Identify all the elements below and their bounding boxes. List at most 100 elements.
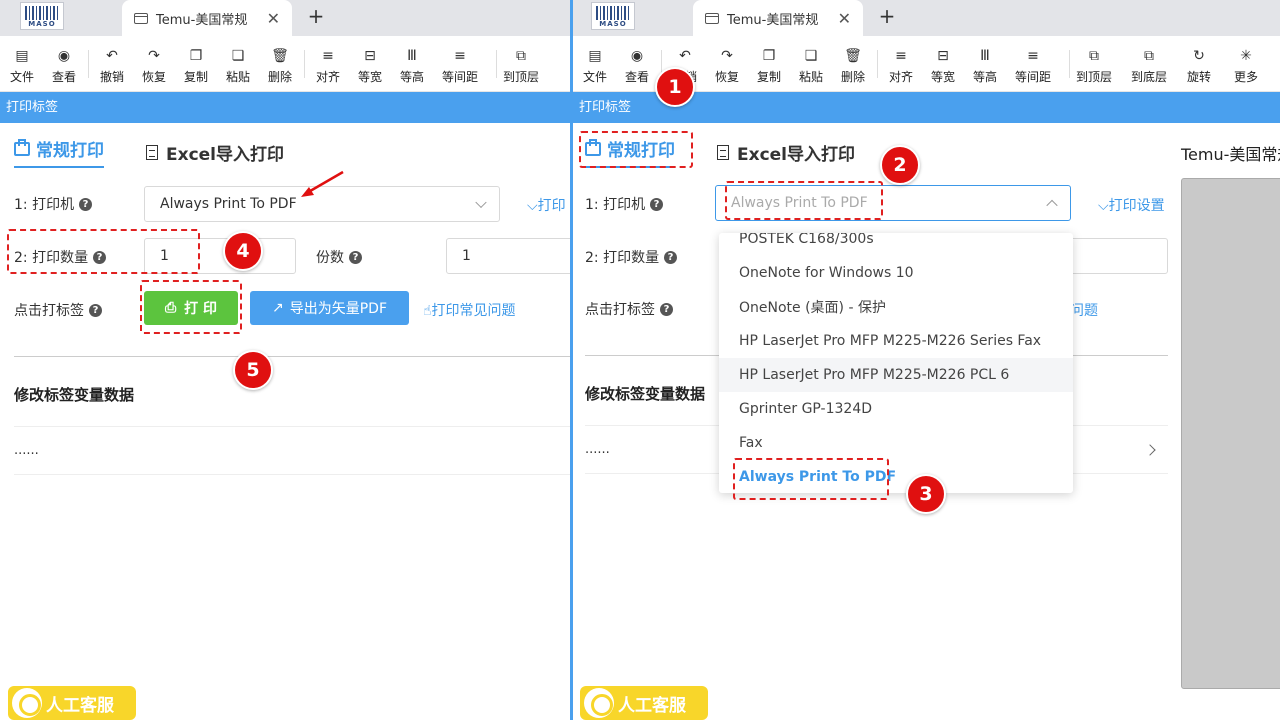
new-tab-button[interactable]: + xyxy=(875,4,899,28)
toolbar-button-align[interactable]: ≡ 对齐 xyxy=(889,46,913,85)
print-mode-tabs: 常规打印 Excel导入打印 xyxy=(585,136,855,168)
new-tab-button[interactable]: + xyxy=(304,4,328,28)
toolbar-button-equal-spacing[interactable]: ≡ 等间距 xyxy=(442,46,478,85)
variable-data-row[interactable]: ...... xyxy=(14,426,570,475)
toolbar-button-rotate[interactable]: ↻ 旋转 xyxy=(1187,46,1211,85)
tab-close-icon[interactable]: ✕ xyxy=(267,9,280,28)
toolbar-button-equal-width[interactable]: ⊟ 等宽 xyxy=(358,46,382,85)
tab-normal-print[interactable]: 常规打印 xyxy=(585,136,675,168)
toolbar-button-file[interactable]: ▤ 文件 xyxy=(583,46,607,85)
redo-icon: ↷ xyxy=(721,48,733,64)
copies-label-text: 份数 xyxy=(316,250,344,266)
toolbar-button-equal-height[interactable]: Ⅲ 等高 xyxy=(973,46,997,85)
preview-title: Temu-美国常规 xyxy=(1181,145,1280,164)
printer-option[interactable]: Gprinter GP-1324D xyxy=(719,392,1073,426)
toolbar-button-copy[interactable]: ❐ 复制 xyxy=(757,46,781,85)
tab-excel-print[interactable]: Excel导入打印 xyxy=(717,140,855,165)
equal-spacing-icon: ≡ xyxy=(454,48,466,64)
help-icon[interactable]: ? xyxy=(349,250,362,264)
document-tab[interactable]: Temu-美国常规 ✕ xyxy=(693,0,863,36)
help-icon[interactable]: ? xyxy=(660,302,673,316)
toolbar-button-redo[interactable]: ↷ 恢复 xyxy=(142,46,166,85)
tab-normal-print[interactable]: 常规打印 xyxy=(14,136,104,168)
quantity-input[interactable]: 1 xyxy=(144,238,296,274)
toolbar-button-bring-front[interactable]: ⧉ 到顶层 xyxy=(1076,46,1112,85)
document-icon xyxy=(717,144,729,160)
toolbar-button-paste[interactable]: ❏ 粘贴 xyxy=(226,46,250,85)
toolbar-button-more[interactable]: ✳ 更多 xyxy=(1234,46,1258,85)
toolbar-button-trash[interactable]: 🗑 删除 xyxy=(841,46,865,85)
export-pdf-button[interactable]: ↗ 导出为矢量PDF xyxy=(250,291,409,325)
help-icon[interactable]: ? xyxy=(89,303,102,317)
equal-width-icon: ⊟ xyxy=(364,48,376,64)
printer-select[interactable]: Always Print To PDF xyxy=(715,185,1071,221)
printer-option[interactable]: HP LaserJet Pro MFP M225-M226 PCL 6 xyxy=(719,358,1073,392)
toolbar-button-align[interactable]: ≡ 对齐 xyxy=(316,46,340,85)
copy-icon: ❐ xyxy=(189,48,203,64)
customer-service-button[interactable]: 人工客服 xyxy=(8,686,136,720)
toolbar-button-label: 删除 xyxy=(267,70,293,84)
section-title: 修改标签变量数据 xyxy=(14,386,135,404)
bring-front-icon: ⧉ xyxy=(515,48,526,64)
toolbar-button-undo[interactable]: ↶ 撤销 xyxy=(100,46,124,85)
copies-input[interactable]: 1 xyxy=(446,238,570,274)
print-faq-link[interactable]: 问题 xyxy=(1070,300,1098,320)
trash-icon: 🗑 xyxy=(844,48,862,64)
toolbar-button-paste[interactable]: ❏ 粘贴 xyxy=(799,46,823,85)
paste-icon: ❏ xyxy=(804,48,818,64)
toolbar-button-send-back[interactable]: ⧉ 到底层 xyxy=(1131,46,1167,85)
toolbar-button-label: 撤销 xyxy=(99,70,125,84)
printer-option[interactable]: POSTEK C168/300s xyxy=(719,233,1073,256)
toolbar-button-equal-width[interactable]: ⊟ 等宽 xyxy=(931,46,955,85)
align-icon: ≡ xyxy=(895,48,907,64)
print-mode-tabs: 常规打印 Excel导入打印 xyxy=(14,136,284,168)
printer-label-text: 1: 打印机 xyxy=(585,197,646,213)
customer-service-label: 人工客服 xyxy=(46,695,114,716)
print-faq-link[interactable]: ☝打印常见问题 xyxy=(423,300,516,320)
toolbar-button-redo[interactable]: ↷ 恢复 xyxy=(715,46,739,85)
help-icon[interactable]: ? xyxy=(79,197,93,211)
step-badge-4: 4 xyxy=(223,231,263,271)
printer-option[interactable]: OneNote (桌面) - 保护 xyxy=(719,290,1073,324)
customer-service-button[interactable]: 人工客服 xyxy=(580,686,708,720)
toolbar-button-file[interactable]: ▤ 文件 xyxy=(10,46,34,85)
print-settings-link[interactable]: ⌵打印 xyxy=(527,195,566,215)
help-icon[interactable]: ? xyxy=(93,250,107,264)
right-pane: MASO Temu-美国常规 ✕ + ▤文件◉查看↶撤销↷恢复❐复制❏粘贴🗑删除… xyxy=(570,0,1280,720)
barcode-icon xyxy=(25,6,59,20)
print-settings-link[interactable]: ⌵打印设置 xyxy=(1098,195,1165,215)
chevron-down-icon xyxy=(475,196,487,209)
toolbar-button-eye[interactable]: ◉ 查看 xyxy=(52,46,76,85)
file-icon: ▤ xyxy=(15,48,29,64)
printer-option[interactable]: HP LaserJet Pro MFP M225-M226 Series Fax xyxy=(719,324,1073,358)
tab-title: Temu-美国常规 xyxy=(156,12,248,28)
section-title: 修改标签变量数据 xyxy=(585,385,706,403)
step-badge-3: 3 xyxy=(906,474,946,514)
toolbar-button-bring-front[interactable]: ⧉ 到顶层 xyxy=(503,46,539,85)
step-badge-5: 5 xyxy=(233,350,273,390)
document-tab[interactable]: Temu-美国常规 ✕ xyxy=(122,0,292,36)
toolbar-button-eye[interactable]: ◉ 查看 xyxy=(625,46,649,85)
toolbar-button-label: 更多 xyxy=(1233,70,1259,84)
print-button[interactable]: ⎙ 打 印 xyxy=(144,291,238,325)
eye-icon: ◉ xyxy=(57,48,71,64)
tab-close-icon[interactable]: ✕ xyxy=(838,9,851,28)
toolbar-button-label: 到顶层 xyxy=(502,70,540,84)
chevron-down-icon: ⌵ xyxy=(527,198,538,214)
tab-excel-print[interactable]: Excel导入打印 xyxy=(146,140,284,165)
tab-excel-print-label: Excel导入打印 xyxy=(737,144,856,165)
more-icon: ✳ xyxy=(1240,48,1252,64)
toolbar-separator xyxy=(304,50,305,78)
toolbar-button-label: 等宽 xyxy=(930,70,956,84)
toolbar-button-equal-height[interactable]: Ⅲ 等高 xyxy=(400,46,424,85)
quantity-label-text: 2: 打印数量 xyxy=(585,250,660,266)
toolbar-button-trash[interactable]: 🗑 删除 xyxy=(268,46,292,85)
help-icon[interactable]: ? xyxy=(664,250,678,264)
help-icon[interactable]: ? xyxy=(650,197,664,211)
printer-option[interactable]: OneNote for Windows 10 xyxy=(719,256,1073,290)
toolbar-button-equal-spacing[interactable]: ≡ 等间距 xyxy=(1015,46,1051,85)
printer-option[interactable]: Always Print To PDF xyxy=(719,460,1073,493)
toolbar-button-copy[interactable]: ❐ 复制 xyxy=(184,46,208,85)
maso-logo: MASO xyxy=(591,2,635,30)
printer-option[interactable]: Fax xyxy=(719,426,1073,460)
